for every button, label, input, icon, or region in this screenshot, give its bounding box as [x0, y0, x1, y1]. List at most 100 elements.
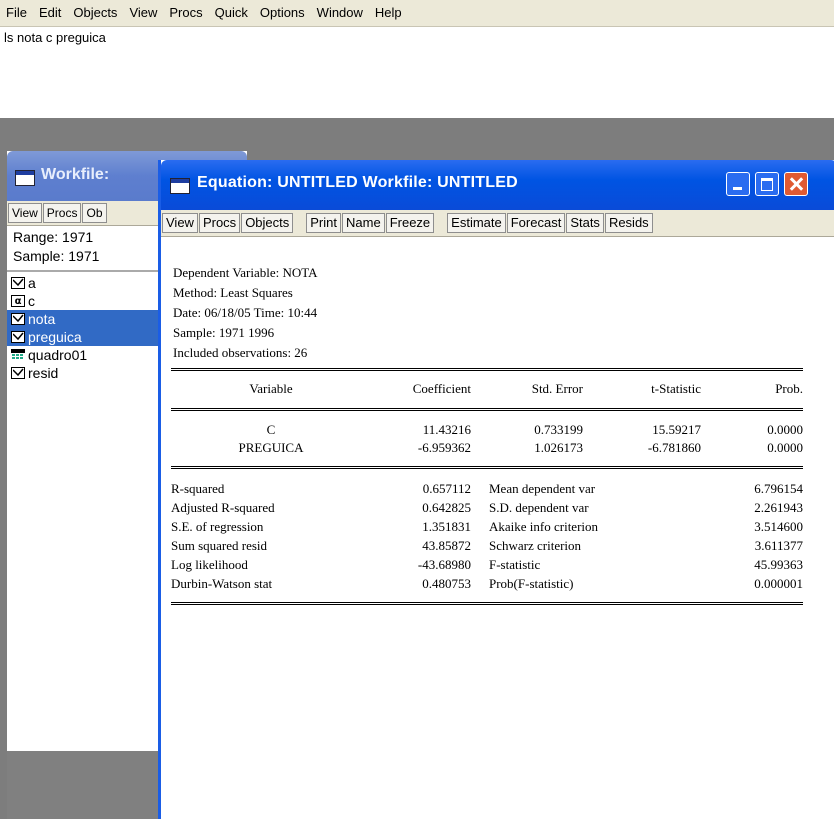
stat-value: 3.514600 — [754, 519, 803, 534]
table-cell: -6.781860 — [647, 440, 701, 455]
stat-value: 0.642825 — [422, 500, 471, 515]
stat-label: Prob(F-statistic) — [489, 576, 574, 591]
stat-label: F-statistic — [489, 557, 541, 572]
stat-value: 0.000001 — [754, 576, 803, 591]
stat-label: Adjusted R-squared — [171, 500, 275, 515]
maximize-button[interactable] — [755, 172, 779, 196]
table-row: PREGUICA -6.959362 1.026173 -6.781860 0.… — [171, 440, 803, 460]
table-row: C 11.43216 0.733199 15.59217 0.0000 — [171, 422, 803, 442]
table-header-row: Variable Coefficient Std. Error t-Statis… — [171, 381, 803, 401]
table-cell: 1.026173 — [534, 440, 583, 455]
table-cell: 0.0000 — [767, 440, 803, 455]
stats-row: Log likelihood -43.68980 F-statistic 45.… — [171, 557, 803, 577]
stats-button[interactable]: Stats — [566, 213, 604, 233]
stat-label: Schwarz criterion — [489, 538, 582, 553]
stat-value: -43.68980 — [417, 557, 471, 572]
list-item-resid[interactable]: resid — [11, 364, 159, 382]
workfile-info: Range: 1971 Sample: 1971 — [13, 228, 99, 266]
menu-file[interactable]: File — [0, 0, 33, 26]
table-cell: 0.733199 — [534, 422, 583, 437]
list-item-quadro01[interactable]: quadro01 — [11, 346, 159, 364]
object-name: a — [28, 275, 36, 291]
print-button[interactable]: Print — [306, 213, 341, 233]
stat-value: 0.657112 — [422, 481, 471, 496]
menu-bar: File Edit Objects View Procs Quick Optio… — [0, 0, 834, 27]
stats-row: Durbin-Watson stat 0.480753 Prob(F-stati… — [171, 576, 803, 596]
column-header: Variable — [249, 381, 293, 396]
stat-label: S.E. of regression — [171, 519, 264, 534]
sample: Sample: 1971 1996 — [173, 325, 275, 340]
resids-button[interactable]: Resids — [604, 213, 653, 233]
table-cell: C — [266, 422, 276, 437]
forecast-button[interactable]: Forecast — [506, 213, 566, 233]
column-header: Coefficient — [412, 381, 471, 396]
equation-output: Dependent Variable: NOTA Method: Least S… — [161, 237, 834, 819]
stat-value: 43.85872 — [422, 538, 471, 553]
method: Method: Least Squares — [173, 285, 293, 300]
freeze-button[interactable]: Freeze — [385, 213, 435, 233]
objects-button[interactable]: Objects — [241, 213, 294, 233]
stat-label: Durbin-Watson stat — [171, 576, 273, 591]
menu-quick[interactable]: Quick — [209, 0, 254, 26]
object-name: resid — [28, 365, 59, 381]
workfile-procs-button[interactable]: Procs — [42, 203, 82, 223]
column-header: Prob. — [775, 381, 803, 396]
close-button[interactable] — [784, 172, 808, 196]
stat-label: Mean dependent var — [489, 481, 596, 496]
observations: Included observations: 26 — [173, 345, 308, 360]
list-item-nota[interactable]: nota — [7, 310, 159, 328]
workfile-bottom-area — [7, 751, 163, 819]
command-window-text[interactable]: ls nota c preguica — [4, 30, 106, 45]
menu-view[interactable]: View — [123, 0, 163, 26]
stat-value: 1.351831 — [422, 519, 471, 534]
stat-value: 0.480753 — [422, 576, 471, 591]
list-item-preguica[interactable]: preguica — [7, 328, 159, 346]
column-header: Std. Error — [531, 381, 583, 396]
workfile-objects-button[interactable]: Ob — [82, 203, 107, 223]
table-cell: 0.0000 — [767, 422, 803, 437]
coef-icon: α — [11, 295, 25, 307]
object-name: c — [28, 293, 35, 309]
stats-row: Sum squared resid 43.85872 Schwarz crite… — [171, 538, 803, 558]
menu-objects[interactable]: Objects — [67, 0, 123, 26]
menu-help[interactable]: Help — [369, 0, 408, 26]
stat-label: R-squared — [171, 481, 225, 496]
stat-value: 2.261943 — [754, 500, 803, 515]
list-item-c[interactable]: αc — [11, 292, 159, 310]
minimize-button[interactable] — [726, 172, 750, 196]
menu-edit[interactable]: Edit — [33, 0, 67, 26]
stat-value: 45.99363 — [754, 557, 803, 572]
stats-row: R-squared 0.657112 Mean dependent var 6.… — [171, 481, 803, 501]
workfile-view-button[interactable]: View — [8, 203, 42, 223]
window-icon — [15, 170, 35, 186]
table-cell: PREGUICA — [238, 440, 304, 455]
estimate-button[interactable]: Estimate — [447, 213, 506, 233]
table-icon — [11, 349, 25, 361]
view-button[interactable]: View — [162, 213, 198, 233]
list-item-a[interactable]: a — [11, 274, 159, 292]
equation-window[interactable]: Equation: UNTITLED Workfile: UNTITLED Vi… — [158, 160, 834, 819]
object-list: a αc nota preguica quadro01 resid — [7, 274, 159, 382]
divider — [171, 408, 803, 411]
menu-options[interactable]: Options — [254, 0, 311, 26]
stat-label: Log likelihood — [171, 557, 248, 572]
workfile-title: Workfile: — [41, 166, 110, 183]
workfile-range: Range: 1971 — [13, 229, 94, 245]
series-icon — [11, 331, 25, 343]
series-icon — [11, 313, 25, 325]
output-header: Dependent Variable: NOTA Method: Least S… — [173, 263, 318, 363]
name-button[interactable]: Name — [342, 213, 385, 233]
dependent-variable: Dependent Variable: NOTA — [173, 265, 318, 280]
stat-value: 6.796154 — [754, 481, 803, 496]
series-icon — [11, 367, 25, 379]
procs-button[interactable]: Procs — [198, 213, 241, 233]
stats-row: Adjusted R-squared 0.642825 S.D. depende… — [171, 500, 803, 520]
column-header: t-Statistic — [651, 381, 701, 396]
object-name: preguica — [28, 329, 82, 345]
divider — [171, 368, 803, 371]
table-cell: 11.43216 — [422, 422, 471, 437]
stat-label: Akaike info criterion — [489, 519, 599, 534]
equation-titlebar[interactable]: Equation: UNTITLED Workfile: UNTITLED — [161, 160, 834, 210]
menu-procs[interactable]: Procs — [163, 0, 208, 26]
menu-window[interactable]: Window — [311, 0, 369, 26]
